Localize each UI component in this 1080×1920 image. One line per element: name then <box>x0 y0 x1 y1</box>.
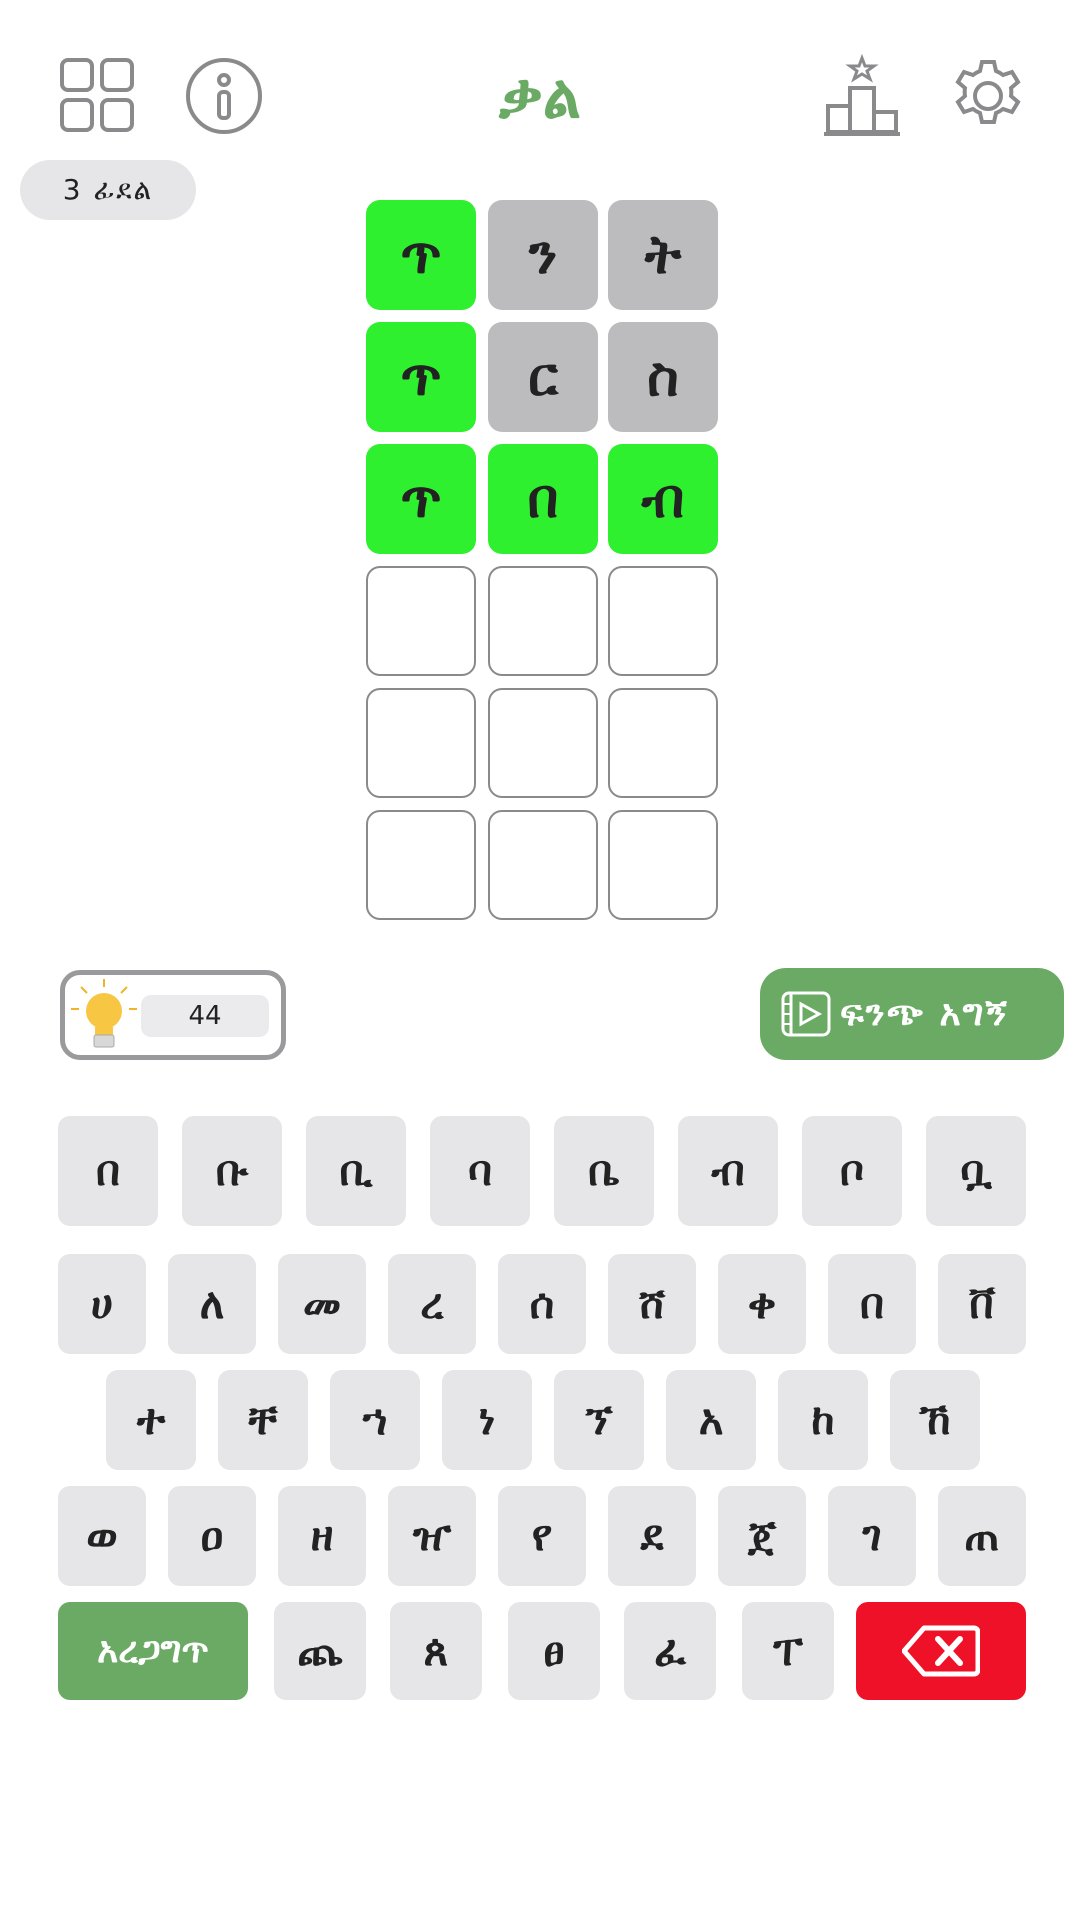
key[interactable]: በ <box>828 1254 916 1354</box>
key[interactable]: ኸ <box>890 1370 980 1470</box>
key[interactable]: ከ <box>778 1370 868 1470</box>
key[interactable]: ቦ <box>802 1116 902 1226</box>
key[interactable]: የ <box>498 1486 586 1586</box>
key[interactable]: ብ <box>678 1116 778 1226</box>
board-tile <box>488 566 598 676</box>
get-hint-label: ፍንጭ አግኝ <box>840 993 1009 1034</box>
hint-count: 44 <box>141 995 269 1037</box>
lightbulb-icon <box>71 979 137 1048</box>
board-tile: ብ <box>608 444 718 554</box>
key[interactable]: ቡ <box>182 1116 282 1226</box>
board-tile: በ <box>488 444 598 554</box>
key[interactable]: ገ <box>828 1486 916 1586</box>
board-tile <box>366 688 476 798</box>
check-label: አረጋግጥ <box>97 1630 209 1671</box>
key[interactable]: ወ <box>58 1486 146 1586</box>
key[interactable]: አ <box>666 1370 756 1470</box>
key[interactable]: ዐ <box>168 1486 256 1586</box>
key[interactable]: ጀ <box>718 1486 806 1586</box>
key[interactable]: ቨ <box>938 1254 1026 1354</box>
key[interactable]: ለ <box>168 1254 256 1354</box>
get-hint-button[interactable]: ፍንጭ አግኝ <box>760 968 1064 1060</box>
check-button[interactable]: አረጋግጥ <box>58 1602 248 1700</box>
key[interactable]: ቀ <box>718 1254 806 1354</box>
key[interactable]: ቧ <box>926 1116 1026 1226</box>
key[interactable]: ጠ <box>938 1486 1026 1586</box>
key[interactable]: ሰ <box>498 1254 586 1354</box>
stats-button[interactable] <box>822 54 902 138</box>
key[interactable]: ፀ <box>508 1602 600 1700</box>
board-tile <box>608 566 718 676</box>
settings-button[interactable] <box>948 56 1028 136</box>
board-tile: ጥ <box>366 322 476 432</box>
key[interactable]: ኘ <box>554 1370 644 1470</box>
key[interactable]: ቸ <box>218 1370 308 1470</box>
board-tile: ጥ <box>366 444 476 554</box>
backspace-button[interactable] <box>856 1602 1026 1700</box>
key[interactable]: ረ <box>388 1254 476 1354</box>
board-tile <box>488 688 598 798</box>
key[interactable]: ዘ <box>278 1486 366 1586</box>
board-tile: ር <box>488 322 598 432</box>
key[interactable]: ደ <box>608 1486 696 1586</box>
board-tile <box>608 688 718 798</box>
board-tile: ጥ <box>366 200 476 310</box>
board-tile <box>366 566 476 676</box>
board-tile: ት <box>608 200 718 310</box>
board-tile <box>608 810 718 920</box>
key[interactable]: መ <box>278 1254 366 1354</box>
video-icon <box>781 991 831 1037</box>
key[interactable]: ቤ <box>554 1116 654 1226</box>
key[interactable]: ፈ <box>624 1602 716 1700</box>
key[interactable]: ባ <box>430 1116 530 1226</box>
board-tile <box>488 810 598 920</box>
key[interactable]: በ <box>58 1116 158 1226</box>
board-tile <box>366 810 476 920</box>
gear-icon <box>955 60 1021 124</box>
word-length-badge: 3 ፊደል <box>20 160 196 220</box>
app-title: ቃል <box>499 62 581 132</box>
key[interactable]: ሸ <box>608 1254 696 1354</box>
hint-counter[interactable]: 44 <box>60 970 286 1060</box>
key[interactable]: ነ <box>442 1370 532 1470</box>
key[interactable]: ዠ <box>388 1486 476 1586</box>
key[interactable]: ተ <box>106 1370 196 1470</box>
key[interactable]: ጨ <box>274 1602 366 1700</box>
backspace-icon <box>902 1625 980 1677</box>
board-tile: ን <box>488 200 598 310</box>
key[interactable]: ኀ <box>330 1370 420 1470</box>
board-tile: ስ <box>608 322 718 432</box>
podium-icon <box>824 54 900 136</box>
key[interactable]: ጰ <box>390 1602 482 1700</box>
key[interactable]: ሀ <box>58 1254 146 1354</box>
key[interactable]: ፐ <box>742 1602 834 1700</box>
key[interactable]: ቢ <box>306 1116 406 1226</box>
